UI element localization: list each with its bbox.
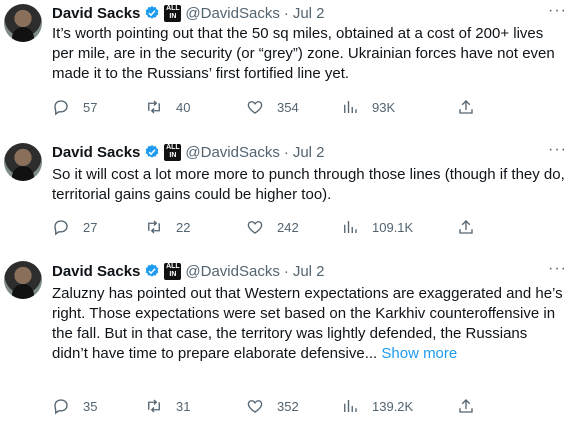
tweet-actions: 27 22 242 109.1K <box>52 218 492 238</box>
reply-count: 27 <box>83 219 98 235</box>
view-count: 109.1K <box>372 219 414 235</box>
tweet-1[interactable]: David Sacks ALL IN @DavidSacks · Jul 2 ··… <box>0 2 576 120</box>
all-in-affiliate-icon[interactable]: ALL IN <box>164 262 182 280</box>
reply-icon <box>54 399 68 415</box>
more-options-icon[interactable]: ··· <box>548 260 567 278</box>
view-count: 139.2K <box>372 398 414 414</box>
avatar[interactable] <box>4 143 42 181</box>
views-button[interactable]: 139.2K <box>341 397 413 415</box>
like-button[interactable]: 354 <box>246 98 299 116</box>
author-name[interactable]: David Sacks <box>52 144 140 161</box>
retweet-button[interactable]: 31 <box>145 397 190 415</box>
avatar[interactable] <box>4 4 42 42</box>
tweet-header: David Sacks ALL IN @DavidSacks · Jul 2 <box>52 141 325 163</box>
retweet-count: 22 <box>176 219 191 235</box>
like-button[interactable]: 352 <box>246 397 299 415</box>
show-more-link[interactable]: Show more <box>381 345 457 362</box>
retweet-icon <box>148 399 160 413</box>
like-count: 354 <box>277 99 299 115</box>
like-count: 352 <box>277 398 299 414</box>
all-in-affiliate-icon[interactable]: ALL IN <box>164 143 182 161</box>
tweet-3[interactable]: David Sacks ALL IN @DavidSacks · Jul 2 ··… <box>0 260 576 425</box>
tweet-actions: 35 31 352 139.2K <box>52 397 492 417</box>
separator: · <box>283 143 289 161</box>
share-button[interactable] <box>457 397 475 415</box>
views-icon <box>344 101 357 113</box>
retweet-button[interactable]: 22 <box>145 218 190 236</box>
views-icon <box>344 400 357 412</box>
retweet-icon <box>148 220 160 234</box>
tweet-date[interactable]: Jul 2 <box>293 144 325 161</box>
author-name[interactable]: David Sacks <box>52 263 140 280</box>
reply-button[interactable]: 27 <box>52 218 97 236</box>
tweet-date[interactable]: Jul 2 <box>293 263 325 280</box>
reply-count: 35 <box>83 398 98 414</box>
verified-badge-icon <box>146 264 159 277</box>
retweet-button[interactable]: 40 <box>145 98 190 116</box>
separator: · <box>283 4 289 22</box>
tweet-actions: 57 40 354 93K <box>52 98 492 118</box>
tweet-text: It’s worth pointing out that the 50 sq m… <box>52 25 555 82</box>
share-icon <box>459 220 473 234</box>
share-button[interactable] <box>457 218 475 236</box>
tweet-header: David Sacks ALL IN @DavidSacks · Jul 2 <box>52 260 325 282</box>
all-in-affiliate-icon[interactable]: ALL IN <box>164 4 182 22</box>
retweet-count: 31 <box>176 398 191 414</box>
reply-button[interactable]: 35 <box>52 397 97 415</box>
more-options-icon[interactable]: ··· <box>548 2 567 20</box>
tweet-text: Zaluzny has pointed out that Western exp… <box>52 285 563 362</box>
handle[interactable]: @DavidSacks <box>185 5 279 22</box>
reply-count: 57 <box>83 99 98 115</box>
share-button[interactable] <box>457 98 475 116</box>
like-icon <box>247 221 263 234</box>
more-options-icon[interactable]: ··· <box>548 141 567 159</box>
retweet-icon <box>148 100 160 114</box>
share-icon <box>459 100 473 114</box>
handle[interactable]: @DavidSacks <box>185 144 279 161</box>
views-icon <box>344 221 357 233</box>
like-count: 242 <box>277 219 299 235</box>
reply-icon <box>54 220 68 236</box>
like-icon <box>247 400 263 413</box>
view-count: 93K <box>372 99 396 115</box>
reply-icon <box>54 100 68 116</box>
views-button[interactable]: 93K <box>341 98 395 116</box>
tweet-text: So it will cost a lot more more to punch… <box>52 166 565 203</box>
handle[interactable]: @DavidSacks <box>185 263 279 280</box>
avatar[interactable] <box>4 261 42 299</box>
tweet-2[interactable]: David Sacks ALL IN @DavidSacks · Jul 2 ··… <box>0 141 576 241</box>
like-button[interactable]: 242 <box>246 218 299 236</box>
views-button[interactable]: 109.1K <box>341 218 413 236</box>
author-name[interactable]: David Sacks <box>52 5 140 22</box>
tweet-header: David Sacks ALL IN @DavidSacks · Jul 2 <box>52 2 325 24</box>
retweet-count: 40 <box>176 99 191 115</box>
reply-button[interactable]: 57 <box>52 98 97 116</box>
like-icon <box>247 101 263 114</box>
verified-badge-icon <box>146 145 159 158</box>
share-icon <box>459 399 473 413</box>
separator: · <box>283 262 289 280</box>
tweet-date[interactable]: Jul 2 <box>293 5 325 22</box>
verified-badge-icon <box>146 6 159 19</box>
